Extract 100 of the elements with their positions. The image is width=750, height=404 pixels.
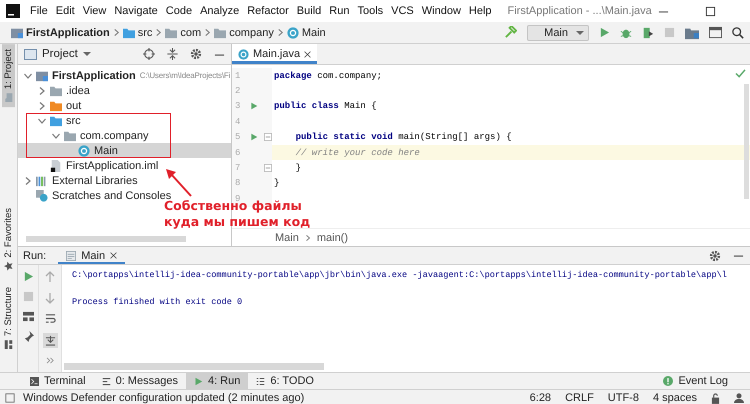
project-structure-icon[interactable]: [685, 26, 699, 40]
menu-item[interactable]: Build: [292, 5, 326, 17]
lock-icon[interactable]: [711, 392, 720, 404]
folder-icon: [50, 84, 62, 96]
scroll-to-end-button[interactable]: [42, 333, 58, 348]
status-message: Windows Defender configuration updated (2 minutes ago): [23, 392, 304, 404]
run-icon[interactable]: [250, 133, 258, 142]
view-selector[interactable]: Project: [24, 48, 91, 60]
project-icon: [11, 26, 23, 38]
line-number: 5: [235, 132, 242, 142]
collapse-all-icon[interactable]: [167, 48, 178, 60]
horizontal-scrollbar[interactable]: [64, 363, 324, 370]
side-tab[interactable]: 2: Favorites: [2, 203, 15, 276]
chevron-icon: [276, 29, 284, 36]
line-number: 6: [235, 148, 242, 158]
run-config-dropdown[interactable]: Main: [527, 24, 589, 40]
hammer-icon[interactable]: [504, 26, 518, 39]
tool-windows-icon[interactable]: [5, 393, 15, 403]
menu-item[interactable]: View: [78, 5, 110, 17]
more-icon[interactable]: [46, 357, 54, 364]
line-number: 4: [235, 116, 242, 127]
run-tab[interactable]: Main: [58, 247, 126, 264]
window-icon[interactable]: [709, 26, 722, 39]
code-line: package com.company;: [273, 70, 382, 81]
class-icon: [238, 48, 249, 60]
fold-icon[interactable]: [264, 133, 272, 142]
class-icon: [286, 26, 299, 38]
fold-icon[interactable]: [264, 164, 272, 172]
star-icon: [4, 262, 13, 271]
close-icon[interactable]: [304, 50, 312, 58]
folder-icon: [50, 100, 62, 112]
chevron-icon: [204, 29, 212, 36]
tree-item[interactable]: .idea: [18, 83, 231, 98]
breadcrumb[interactable]: FirstApplication: [8, 26, 113, 38]
structure-icon: [4, 340, 13, 349]
breadcrumb[interactable]: Main: [275, 232, 299, 244]
vertical-scrollbar[interactable]: [744, 84, 749, 199]
side-tab[interactable]: 1: Project: [2, 44, 15, 108]
rerun-icon[interactable]: [22, 271, 34, 282]
side-tab[interactable]: 7: Structure: [2, 282, 15, 354]
layout-icon[interactable]: [22, 311, 34, 322]
messages-icon: [102, 376, 111, 386]
menu-item[interactable]: Code: [162, 5, 196, 17]
line-number: 8: [235, 178, 242, 188]
tree-item[interactable]: Main: [18, 143, 231, 158]
settings-icon[interactable]: [190, 48, 202, 60]
folder-icon: [50, 114, 62, 126]
menu-item[interactable]: Window: [418, 5, 465, 17]
tree-item[interactable]: com.company: [18, 128, 231, 143]
tool-window-tab[interactable]: 4: Run: [186, 373, 248, 389]
status-item[interactable]: CRLF: [565, 392, 594, 404]
breadcrumb[interactable]: main(): [316, 232, 348, 244]
status-item[interactable]: UTF-8: [608, 392, 639, 404]
tool-window-tab[interactable]: Terminal: [22, 373, 94, 389]
coverage-icon[interactable]: [642, 26, 654, 38]
tree-item[interactable]: FirstApplication.iml: [18, 158, 231, 173]
horizontal-scrollbar[interactable]: [26, 236, 186, 242]
menu-item[interactable]: Refactor: [243, 5, 293, 17]
tool-window-tab[interactable]: 6: TODO: [248, 373, 322, 389]
debug-icon[interactable]: [620, 26, 632, 38]
tree-item[interactable]: out: [18, 98, 231, 113]
menu-item[interactable]: File: [26, 5, 52, 17]
menu-item[interactable]: Help: [464, 5, 496, 17]
breadcrumb[interactable]: com: [162, 26, 204, 38]
settings-icon[interactable]: [709, 250, 721, 262]
run-icon[interactable]: [250, 102, 258, 110]
status-item[interactable]: 6:28: [530, 392, 552, 404]
maximize-icon[interactable]: [704, 6, 716, 16]
breadcrumb[interactable]: company: [211, 26, 277, 38]
caret-icon: [576, 30, 584, 36]
search-icon[interactable]: [732, 26, 744, 38]
console-line: C:\portapps\intellij-idea-community-portable\app\jbr\bin\java.exe -javaagent:C:\portapps\intellij-idea-community-portable\app\l: [72, 270, 728, 282]
status-item[interactable]: 4 spaces: [652, 392, 697, 404]
person-icon[interactable]: [734, 393, 744, 403]
pin-icon[interactable]: [22, 331, 34, 342]
tree-item[interactable]: FirstApplication C:\Users\m\IdeaProjects\Fi: [18, 68, 231, 83]
folder-icon: [122, 26, 135, 38]
locate-icon[interactable]: [143, 48, 155, 60]
menu-item[interactable]: Run: [325, 5, 354, 17]
chevron-icon: [112, 29, 120, 36]
editor-tab[interactable]: Main.java: [232, 44, 318, 64]
line-number: 1: [235, 70, 242, 81]
menu-item[interactable]: Analyze: [196, 5, 244, 17]
run-icon[interactable]: [599, 27, 610, 38]
event-log-tab[interactable]: Event Log: [655, 373, 736, 389]
breadcrumb[interactable]: src: [120, 26, 156, 38]
soft-wrap-icon[interactable]: [44, 313, 56, 324]
folder-icon: [4, 93, 13, 102]
folder-icon: [214, 26, 226, 38]
menu-item[interactable]: VCS: [387, 5, 418, 17]
library-icon: [36, 174, 48, 186]
close-icon[interactable]: [110, 252, 118, 259]
tool-window-tab[interactable]: 0: Messages: [94, 373, 186, 389]
menu-item[interactable]: Navigate: [110, 5, 162, 17]
breadcrumb[interactable]: Main: [284, 26, 329, 38]
tree-item[interactable]: External Libraries: [18, 173, 231, 188]
menu-item[interactable]: Tools: [353, 5, 388, 17]
menu-item[interactable]: Edit: [52, 5, 79, 17]
tree-item[interactable]: src: [18, 113, 231, 128]
panel-label: Run:: [23, 250, 46, 262]
